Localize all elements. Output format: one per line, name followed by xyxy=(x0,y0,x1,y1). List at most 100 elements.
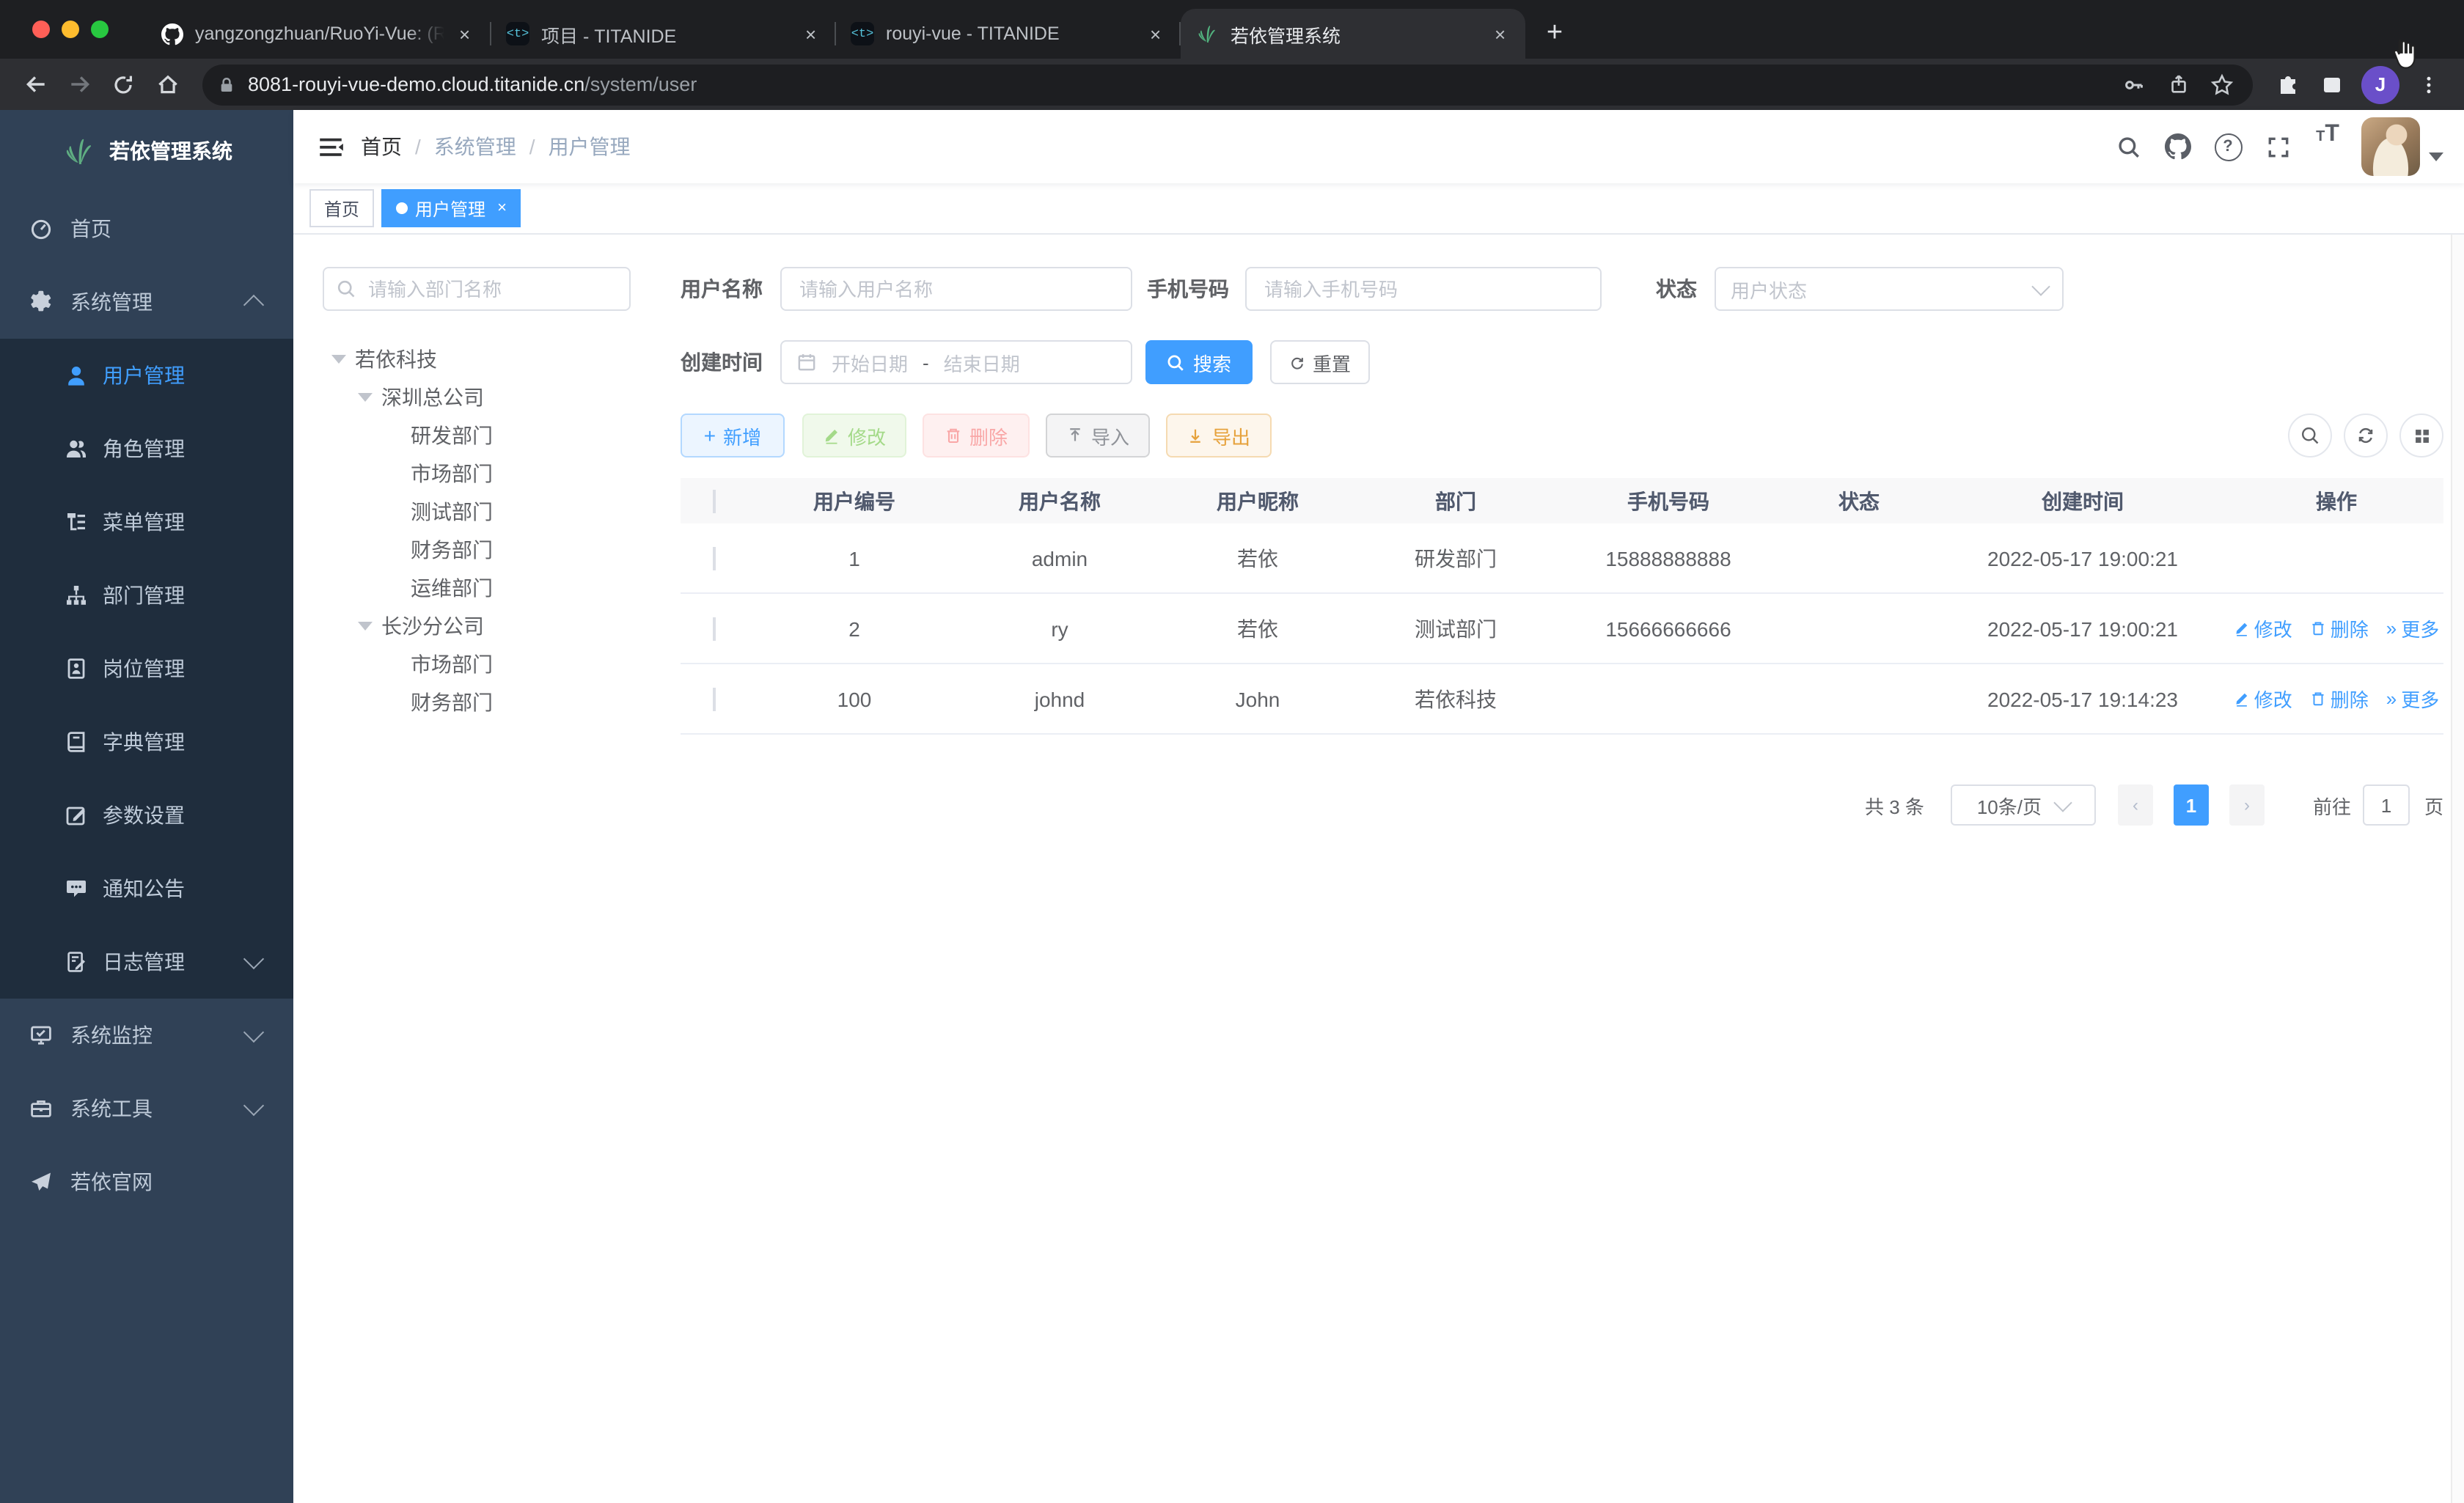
tree-node[interactable]: 运维部门 xyxy=(323,569,631,607)
search-button[interactable]: 搜索 xyxy=(1145,340,1253,384)
status-select[interactable]: 用户状态 xyxy=(1715,267,2064,311)
row-edit-link[interactable]: 修改 xyxy=(2234,685,2292,713)
sidebar-item-system-monitor[interactable]: 系统监控 xyxy=(0,999,293,1072)
reset-button[interactable]: 重置 xyxy=(1270,340,1370,384)
tree-expand-icon[interactable] xyxy=(331,355,346,364)
browser-tab-active[interactable]: 若依管理系统 × xyxy=(1181,9,1525,59)
font-size-icon[interactable]: TT xyxy=(2303,122,2353,172)
column-settings-icon[interactable] xyxy=(2399,414,2443,457)
help-question-icon[interactable]: ? xyxy=(2203,122,2253,172)
add-button[interactable]: + 新增 xyxy=(681,414,785,457)
sidebar-item-home[interactable]: 首页 xyxy=(0,192,293,265)
row-checkbox[interactable] xyxy=(713,687,716,710)
tag-home[interactable]: 首页 xyxy=(309,189,375,227)
sidebar-item-log-management[interactable]: 日志管理 xyxy=(0,925,293,999)
sidebar-item-notice[interactable]: 通知公告 xyxy=(0,852,293,925)
edit-button[interactable]: 修改 xyxy=(802,414,906,457)
page-1-button[interactable]: 1 xyxy=(2173,784,2209,826)
tree-node[interactable]: 长沙分公司 xyxy=(323,607,631,645)
tab-close-icon[interactable]: × xyxy=(802,23,819,45)
tree-node[interactable]: 研发部门 xyxy=(323,416,631,455)
row-delete-link[interactable]: 删除 xyxy=(2310,614,2369,642)
tab-close-icon[interactable]: × xyxy=(1147,23,1164,45)
row-checkbox[interactable] xyxy=(713,546,716,570)
back-icon[interactable] xyxy=(15,64,56,105)
user-avatar[interactable] xyxy=(2361,117,2420,176)
row-more-link[interactable]: » 更多 xyxy=(2386,614,2440,642)
sidebar-item-post-management[interactable]: 岗位管理 xyxy=(0,632,293,705)
bookmark-star-icon[interactable] xyxy=(2206,68,2238,100)
sidebar-item-dict-management[interactable]: 字典管理 xyxy=(0,705,293,779)
avatar-caret-down-icon[interactable] xyxy=(2429,152,2443,161)
sidebar-item-parameter-settings[interactable]: 参数设置 xyxy=(0,779,293,852)
tree-node[interactable]: 若依科技 xyxy=(323,340,631,378)
table-row: 100 johnd John 若依科技 2022-05-17 19:14:23 … xyxy=(681,664,2443,735)
dept-search-box[interactable] xyxy=(323,267,631,311)
tag-close-icon[interactable]: × xyxy=(497,199,507,217)
minimize-window-button[interactable] xyxy=(62,21,79,38)
username-input[interactable] xyxy=(796,276,1116,301)
log-icon xyxy=(65,950,88,974)
sidebar-item-system-tools[interactable]: 系统工具 xyxy=(0,1072,293,1145)
dept-search-input[interactable] xyxy=(365,276,617,301)
browser-tab[interactable]: <t> rouyi-vue - TITANIDE × xyxy=(836,9,1181,59)
browser-scrollbar[interactable] xyxy=(2451,110,2464,1503)
tab-close-icon[interactable]: × xyxy=(456,23,473,45)
tab-close-icon[interactable]: × xyxy=(1492,23,1508,45)
tree-expand-icon[interactable] xyxy=(358,393,373,402)
select-all-checkbox[interactable] xyxy=(713,489,716,512)
browser-tab[interactable]: <t> 项目 - TITANIDE × xyxy=(491,9,836,59)
tree-node[interactable]: 深圳总公司 xyxy=(323,378,631,416)
tree-node[interactable]: 财务部门 xyxy=(323,531,631,569)
download-icon xyxy=(1191,429,1201,443)
phone-field[interactable] xyxy=(1245,267,1602,311)
export-button[interactable]: 导出 xyxy=(1166,414,1272,457)
sidebar-item-role-management[interactable]: 角色管理 xyxy=(0,412,293,485)
header-search-icon[interactable] xyxy=(2103,122,2153,172)
date-range-picker[interactable]: 开始日期 - 结束日期 xyxy=(780,340,1132,384)
fullscreen-icon[interactable] xyxy=(2253,122,2303,172)
reload-icon[interactable] xyxy=(103,64,144,105)
sidebar-item-user-management[interactable]: 用户管理 xyxy=(0,339,293,412)
username-field[interactable] xyxy=(780,267,1132,311)
share-icon[interactable] xyxy=(2162,68,2194,100)
row-edit-link[interactable]: 修改 xyxy=(2234,614,2292,642)
breadcrumb-home[interactable]: 首页 xyxy=(361,132,402,161)
show-search-toggle-icon[interactable] xyxy=(2288,414,2332,457)
row-checkbox[interactable] xyxy=(713,617,716,640)
sidebar-toggle-icon[interactable] xyxy=(312,129,348,164)
import-button[interactable]: 导入 xyxy=(1046,414,1150,457)
page-size-select[interactable]: 10条/页 xyxy=(1950,784,2096,826)
tree-node[interactable]: 市场部门 xyxy=(323,645,631,683)
tag-user-management[interactable]: 用户管理 × xyxy=(381,189,521,227)
browser-tab[interactable]: yangzongzhuan/RuoYi-Vue: (Ru × xyxy=(147,9,491,59)
tree-node[interactable]: 财务部门 xyxy=(323,683,631,721)
tree-expand-icon[interactable] xyxy=(358,622,373,631)
breadcrumb-section[interactable]: 系统管理 xyxy=(434,132,516,161)
sidebar-item-ruoyi-website[interactable]: 若依官网 xyxy=(0,1145,293,1219)
home-icon[interactable] xyxy=(147,64,188,105)
chevron-down-icon xyxy=(243,1095,265,1117)
refresh-table-icon[interactable] xyxy=(2344,414,2388,457)
tree-node[interactable]: 市场部门 xyxy=(323,455,631,493)
close-window-button[interactable] xyxy=(32,21,50,38)
tree-node[interactable]: 测试部门 xyxy=(323,493,631,531)
side-panel-icon[interactable] xyxy=(2311,64,2353,105)
prev-page-button[interactable]: ‹ xyxy=(2117,784,2153,826)
extensions-puzzle-icon[interactable] xyxy=(2267,64,2309,105)
sidebar-item-system-management[interactable]: 系统管理 xyxy=(0,265,293,339)
row-more-link[interactable]: » 更多 xyxy=(2386,685,2440,713)
goto-page-input[interactable] xyxy=(2362,784,2410,826)
zoom-window-button[interactable] xyxy=(91,21,109,38)
phone-input[interactable] xyxy=(1261,276,1585,301)
password-key-icon[interactable] xyxy=(2118,68,2150,100)
address-bar[interactable]: 8081-rouyi-vue-demo.cloud.titanide.cn/sy… xyxy=(202,64,2253,105)
row-delete-link[interactable]: 删除 xyxy=(2310,685,2369,713)
github-icon[interactable] xyxy=(2153,122,2203,172)
forward-icon[interactable] xyxy=(59,64,100,105)
next-page-button[interactable]: › xyxy=(2229,784,2265,826)
delete-button[interactable]: 删除 xyxy=(923,414,1030,457)
sidebar-item-menu-management[interactable]: 菜单管理 xyxy=(0,485,293,559)
new-tab-button[interactable]: + xyxy=(1534,13,1575,54)
sidebar-item-dept-management[interactable]: 部门管理 xyxy=(0,559,293,632)
